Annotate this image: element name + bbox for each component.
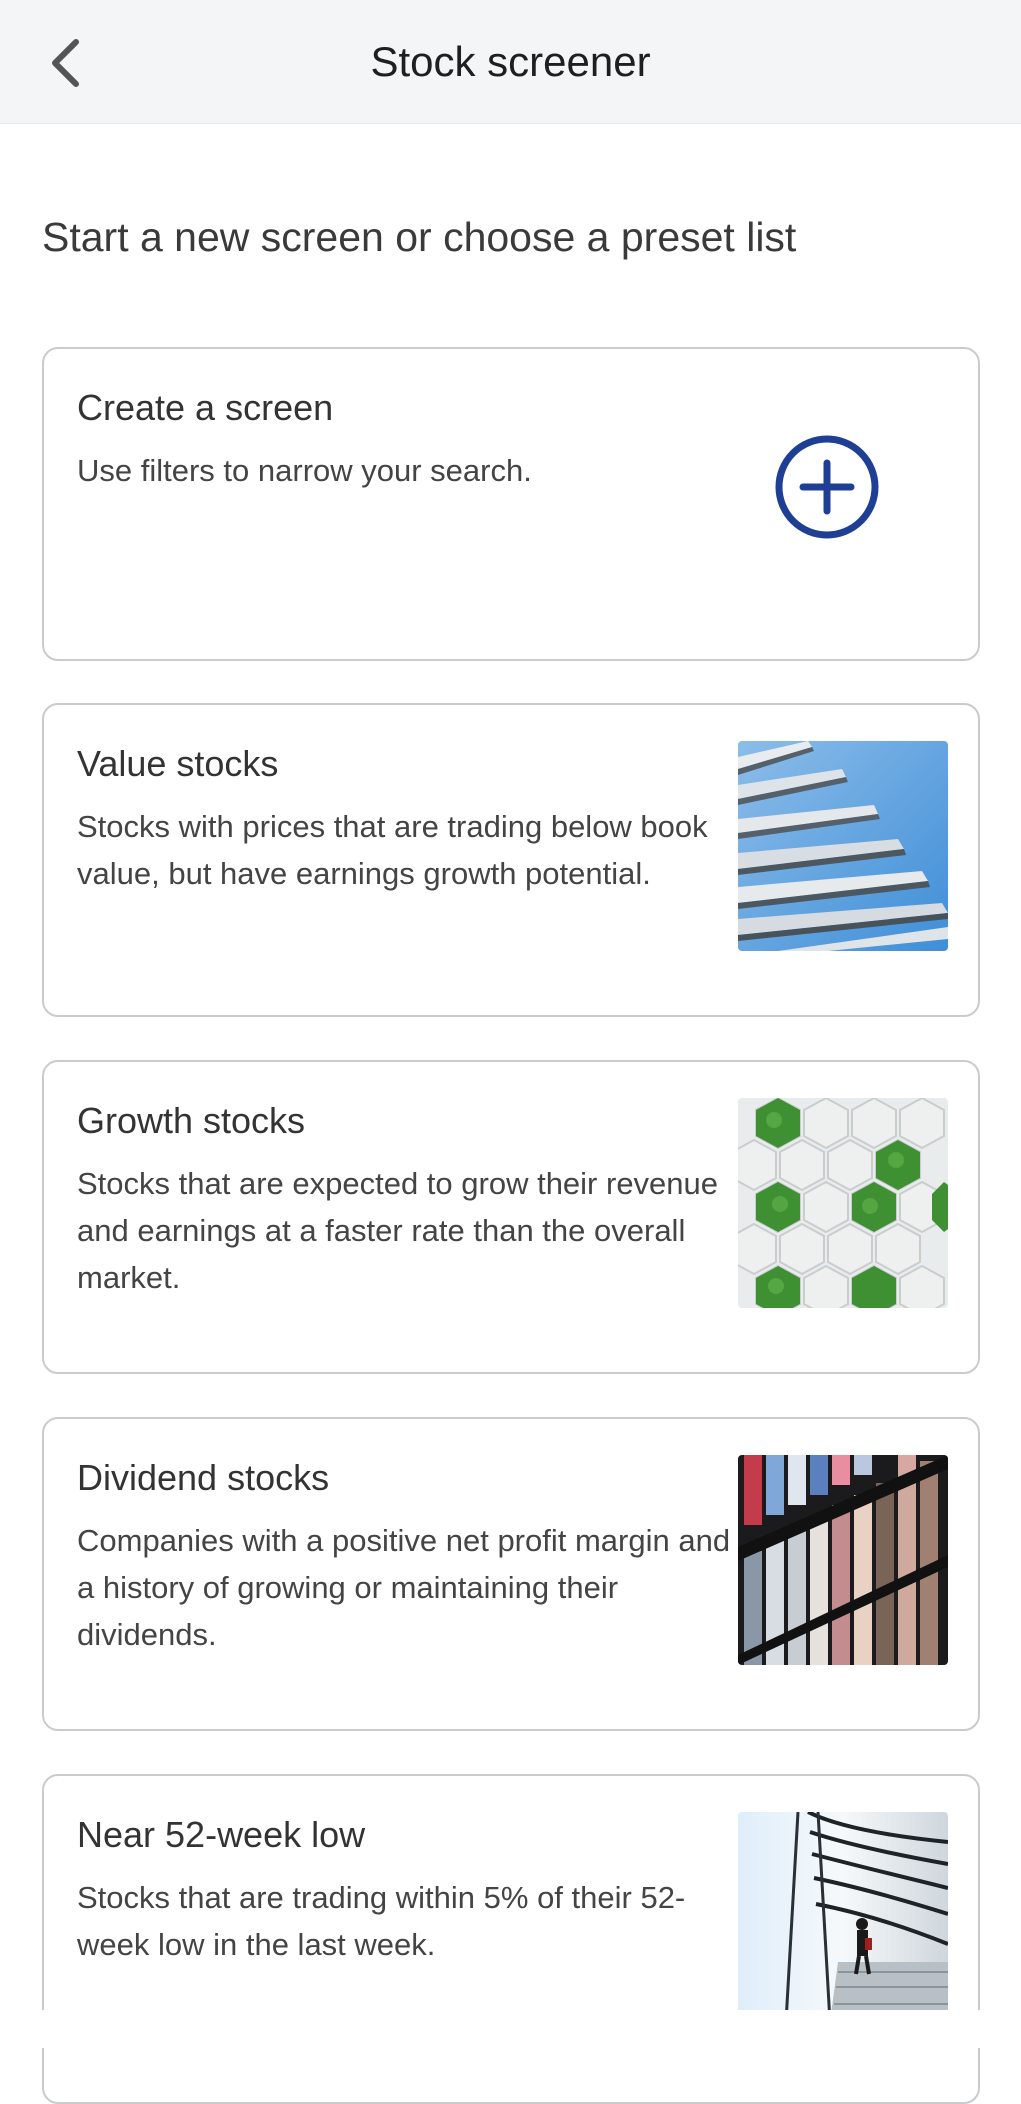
- near-52-week-low-image: [738, 1812, 948, 2022]
- create-screen-card[interactable]: Create a screen Use filters to narrow yo…: [42, 347, 980, 661]
- preset-card-near-52-week-low[interactable]: Near 52-week low Stocks that are trading…: [42, 1774, 980, 2104]
- card-title: Near 52-week low: [77, 1814, 366, 1855]
- card-description: Companies with a positive net profit mar…: [77, 1523, 731, 1652]
- preset-card-dividend-stocks[interactable]: Dividend stocks Companies with a positiv…: [42, 1417, 980, 1731]
- bottom-edge: [0, 2010, 1021, 2048]
- card-title: Dividend stocks: [77, 1457, 330, 1498]
- app-header: Stock screener: [0, 0, 1021, 124]
- card-description: Stocks with prices that are trading belo…: [77, 809, 708, 891]
- card-title: Growth stocks: [77, 1100, 306, 1141]
- page-title: Stock screener: [370, 38, 651, 85]
- card-description: Use filters to narrow your search.: [77, 453, 532, 488]
- preset-card-value-stocks[interactable]: Value stocks Stocks with prices that are…: [42, 703, 980, 1017]
- plus-circle-icon[interactable]: [773, 433, 881, 541]
- value-stocks-image: [738, 741, 948, 951]
- dividend-stocks-image: [738, 1455, 948, 1665]
- preset-card-growth-stocks[interactable]: Growth stocks Stocks that are expected t…: [42, 1060, 980, 1374]
- card-description: Stocks that are trading within 5% of the…: [77, 1880, 686, 1962]
- card-title: Value stocks: [77, 743, 279, 784]
- card-description: Stocks that are expected to grow their r…: [77, 1166, 719, 1295]
- growth-stocks-image: [738, 1098, 948, 1308]
- card-title: Create a screen: [77, 387, 334, 428]
- intro-heading: Start a new screen or choose a preset li…: [42, 214, 797, 260]
